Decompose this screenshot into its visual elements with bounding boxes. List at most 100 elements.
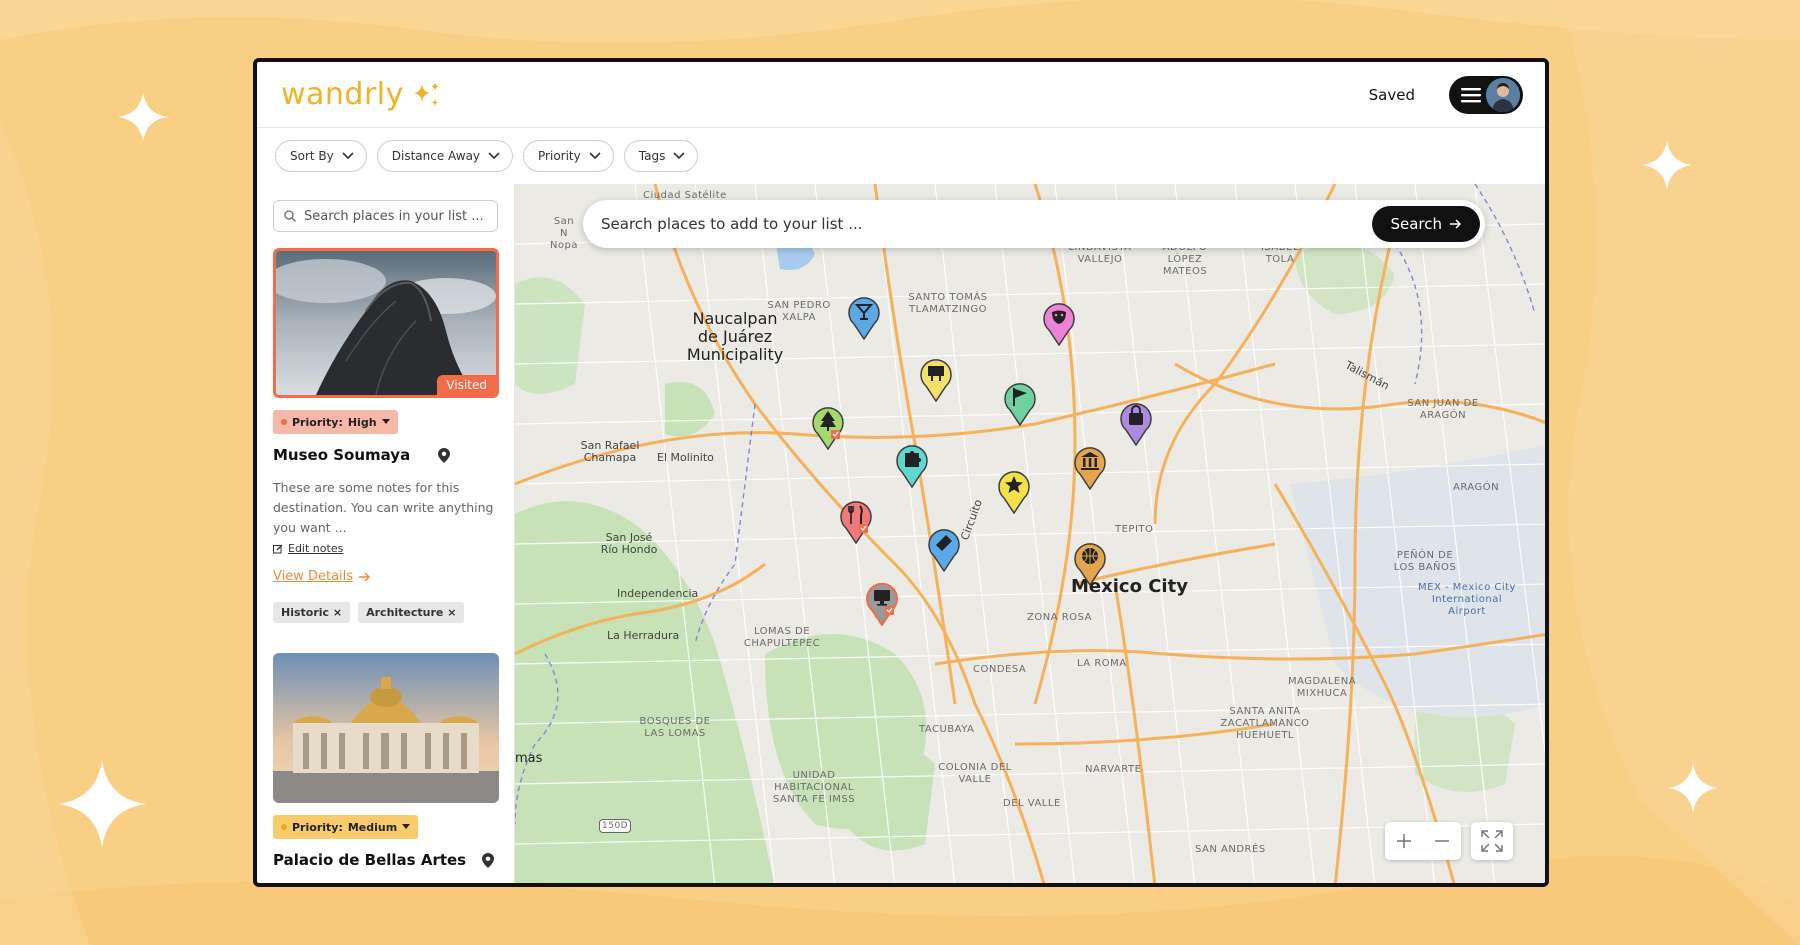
user-menu-button[interactable] <box>1449 75 1523 114</box>
plus-icon <box>1397 834 1411 848</box>
map-label: COLONIA DEL VALLE <box>938 762 1012 785</box>
map-label: TACUBAYA <box>919 724 975 735</box>
zoom-out-button[interactable] <box>1423 822 1461 860</box>
map-label: LOMAS DE CHAPULTEPEC <box>743 626 821 649</box>
map-label: El Molinito <box>657 451 714 464</box>
map-label: ZONA ROSA <box>1027 612 1092 623</box>
filter-label: Sort By <box>290 149 334 163</box>
map-label: SANTO TOMÁS TLAMATZINGO <box>908 292 988 315</box>
map-label: mas <box>515 751 543 766</box>
fullscreen-button[interactable] <box>1471 822 1513 860</box>
basketball-icon[interactable] <box>1073 540 1107 586</box>
edit-notes-link[interactable]: Edit notes <box>273 542 498 555</box>
map-label: DEL VALLE <box>1003 798 1061 809</box>
location-pin-icon[interactable] <box>482 852 495 868</box>
view-details-link[interactable]: View Details <box>273 569 498 584</box>
search-button-label: Search <box>1390 215 1442 233</box>
map-label: CONDESA <box>973 664 1027 675</box>
map-label: UNIDAD HABITACIONAL SANTA FE IMSS <box>772 770 856 805</box>
theater-masks-icon[interactable] <box>1042 300 1076 346</box>
flag-icon[interactable] <box>1003 380 1037 426</box>
filter-label: Priority <box>538 149 581 163</box>
priority-label: Priority: <box>292 820 343 834</box>
tag-list: Historic × Architecture × <box>273 602 498 623</box>
arrow-right-icon <box>1450 219 1462 229</box>
chevron-down-icon <box>342 152 354 160</box>
zoo-sign-icon[interactable] <box>919 356 953 402</box>
ticket-icon[interactable] <box>927 526 961 572</box>
sparkle-icon <box>118 92 168 142</box>
priority-dot <box>281 824 287 830</box>
map-search-input[interactable]: Search places to add to your list ... <box>601 215 863 233</box>
museum-icon[interactable] <box>1073 444 1107 490</box>
chevron-down-icon <box>589 152 601 160</box>
logo-text: wandrly <box>281 77 404 112</box>
filter-bar: Sort By Distance Away Priority Tags <box>257 128 1545 184</box>
tag-chip[interactable]: Architecture × <box>358 602 465 623</box>
map-label: San José Río Hondo <box>600 531 658 556</box>
filter-tags[interactable]: Tags <box>623 140 699 172</box>
visited-badge: Visited <box>437 375 496 395</box>
shopping-bag-icon[interactable] <box>1119 400 1153 446</box>
caret-down-icon <box>381 419 390 424</box>
avatar <box>1486 77 1520 112</box>
priority-dot <box>281 419 287 425</box>
puzzle-icon[interactable] <box>895 442 929 488</box>
edit-icon <box>273 544 283 553</box>
sparkle-icon <box>1642 140 1692 190</box>
tree-icon[interactable] <box>811 404 845 450</box>
map-search-bar[interactable]: Search places to add to your list ... Se… <box>583 200 1485 248</box>
priority-dropdown[interactable]: Priority: High <box>273 410 398 434</box>
place-image[interactable] <box>273 653 499 803</box>
saved-places-sidebar: Search places in your list ... Visited P… <box>257 184 515 883</box>
map-label: LA ROMA <box>1077 658 1127 669</box>
location-pin-icon[interactable] <box>438 447 451 463</box>
filter-priority[interactable]: Priority <box>523 140 614 172</box>
map-label: Independencia <box>617 587 699 600</box>
sidebar-search-input[interactable]: Search places in your list ... <box>273 200 498 232</box>
sparkle-icon <box>1668 763 1718 813</box>
map-base <box>515 184 1545 883</box>
tag-label: Historic <box>281 606 330 619</box>
sparkle-logo-icon <box>413 81 439 106</box>
highway-shield: 150D <box>599 819 632 833</box>
map-view[interactable]: Ciudad Satélite San N Nopa Naucalpan de … <box>515 184 1545 883</box>
place-image[interactable]: Visited <box>273 248 499 398</box>
sidebar-search-placeholder: Search places in your list ... <box>304 208 484 224</box>
place-name: Museo Soumaya <box>273 446 411 464</box>
computer-icon[interactable] <box>865 580 899 626</box>
caret-down-icon <box>402 824 411 829</box>
arrow-right-icon <box>359 571 371 582</box>
map-label: ARAGÓN <box>1453 482 1500 493</box>
map-label: TEPITO <box>1115 524 1154 535</box>
place-title: Palacio de Bellas Artes <box>273 851 498 869</box>
map-label: NARVARTE <box>1085 764 1142 775</box>
priority-dropdown[interactable]: Priority: Medium <box>273 815 419 839</box>
filter-sort-by[interactable]: Sort By <box>275 140 367 172</box>
map-label: San Rafael Chamapa <box>580 439 640 464</box>
filter-label: Distance Away <box>391 149 481 163</box>
place-title: Museo Soumaya <box>273 446 498 464</box>
search-button[interactable]: Search <box>1372 206 1480 242</box>
tag-label: Architecture <box>366 606 444 619</box>
logo[interactable]: wandrly <box>281 77 442 112</box>
priority-value: High <box>347 415 377 429</box>
hamburger-menu-icon <box>1461 87 1481 102</box>
map-label: SANTA ANITA ZACATLAMANCO HUEHUETL <box>1220 706 1310 741</box>
map-label: SAN JUAN DE ARAGÓN <box>1407 398 1479 421</box>
place-card[interactable]: Visited Priority: High Museo Soumaya The… <box>273 248 499 623</box>
map-label: PEÑÓN DE LOS BAÑOS <box>1393 550 1457 573</box>
tag-chip[interactable]: Historic × <box>273 602 351 623</box>
place-card[interactable]: Priority: Medium Palacio de Bellas Artes <box>273 653 499 869</box>
map-label: BOSQUES DE LAS LOMAS <box>639 716 711 739</box>
map-label: MEX - Mexico City International Airport <box>1418 582 1516 617</box>
restaurant-icon[interactable] <box>839 498 873 544</box>
map-label: San N Nopa <box>549 216 579 251</box>
zoom-in-button[interactable] <box>1385 822 1423 860</box>
saved-link[interactable]: Saved <box>1369 86 1415 104</box>
star-icon[interactable] <box>997 468 1031 514</box>
filter-distance-away[interactable]: Distance Away <box>376 140 514 172</box>
cocktail-icon[interactable] <box>847 294 881 340</box>
filter-label: Tags <box>638 149 666 163</box>
edit-notes-label: Edit notes <box>288 542 344 555</box>
